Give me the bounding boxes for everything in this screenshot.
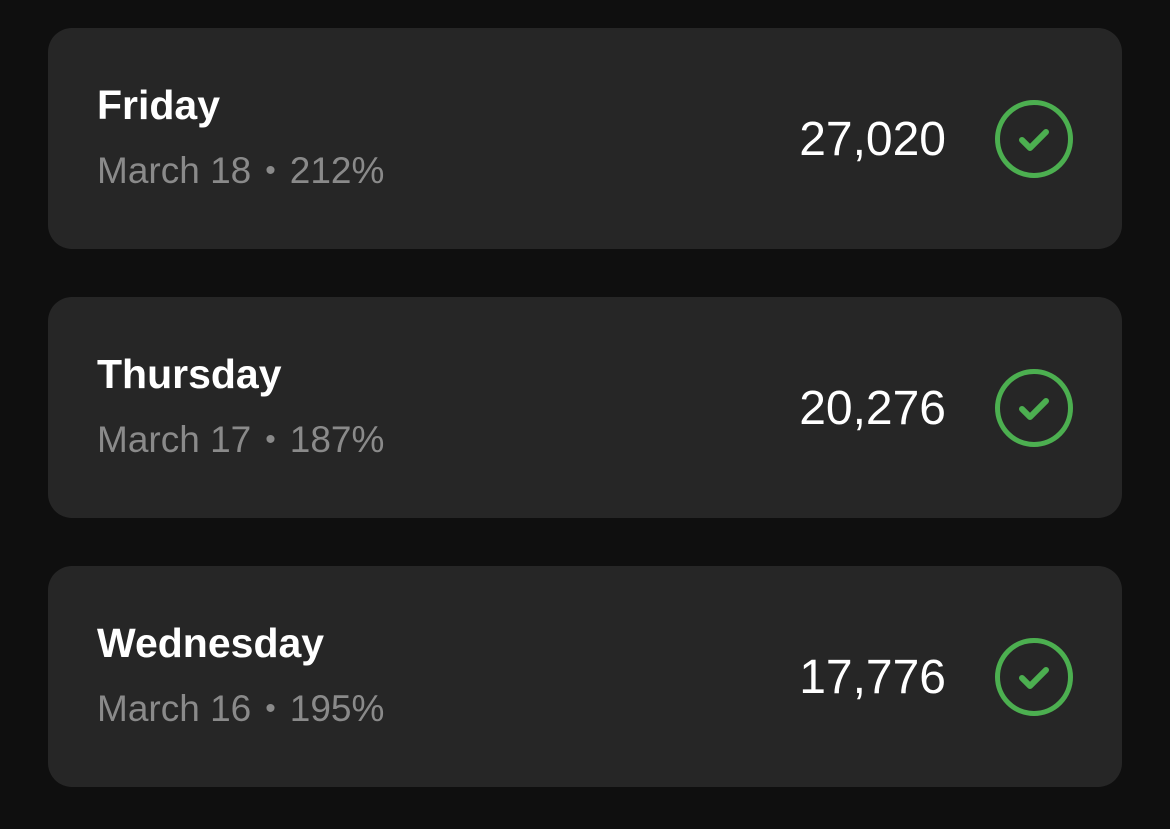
separator-dot: •: [265, 692, 276, 725]
day-subtitle: March 16 • 195%: [97, 690, 384, 727]
separator-dot: •: [265, 423, 276, 456]
day-subtitle: March 17 • 187%: [97, 421, 384, 458]
day-subtitle: March 18 • 212%: [97, 152, 384, 189]
separator-dot: •: [265, 154, 276, 187]
day-date: March 17: [97, 419, 252, 460]
day-card-thursday[interactable]: Thursday March 17 • 187% 20,276: [48, 297, 1122, 518]
day-card-wednesday[interactable]: Wednesday March 16 • 195% 17,776: [48, 566, 1122, 787]
goal-percent: 195%: [289, 688, 385, 729]
step-count: 17,776: [799, 651, 946, 704]
daily-steps-list: Friday March 18 • 212% 27,020 Thursday Mar…: [48, 28, 1122, 787]
day-name: Wednesday: [97, 620, 325, 666]
goal-percent: 187%: [289, 419, 385, 460]
day-name: Friday: [97, 82, 221, 128]
day-date: March 16: [97, 688, 252, 729]
check-circle-icon: [994, 637, 1074, 717]
check-circle-icon: [994, 368, 1074, 448]
day-card-friday[interactable]: Friday March 18 • 212% 27,020: [48, 28, 1122, 249]
day-name: Thursday: [97, 351, 282, 397]
step-count: 20,276: [799, 382, 946, 435]
check-circle-icon: [994, 99, 1074, 179]
step-count: 27,020: [799, 113, 946, 166]
goal-percent: 212%: [289, 150, 385, 191]
day-date: March 18: [97, 150, 252, 191]
